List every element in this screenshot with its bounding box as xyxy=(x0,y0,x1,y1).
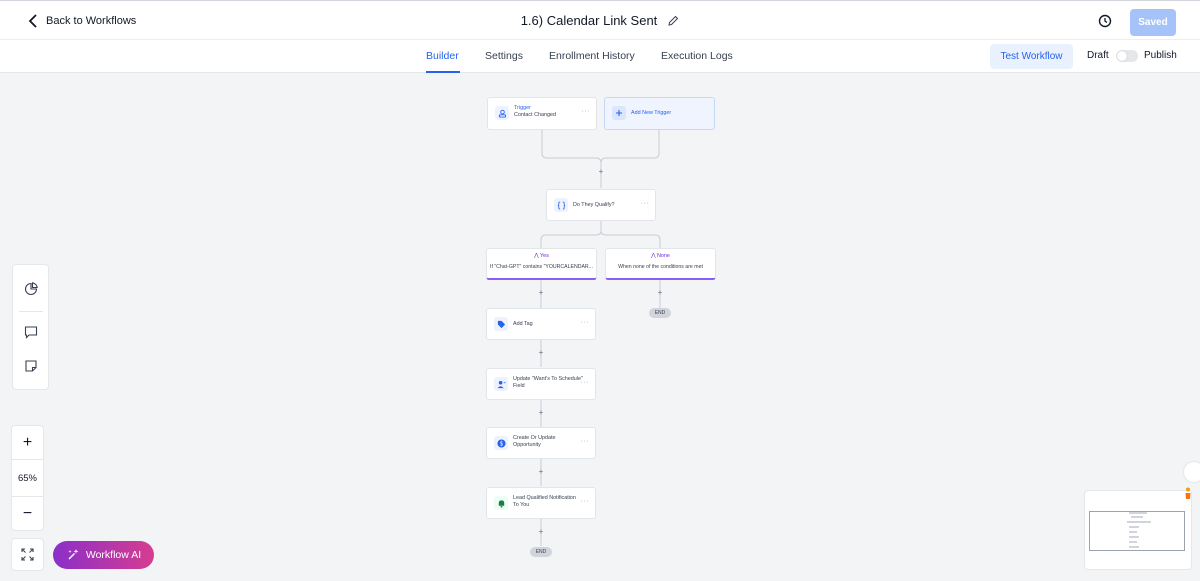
fit-view-icon xyxy=(21,548,34,561)
pencil-icon[interactable] xyxy=(667,15,679,27)
tab-enrollment-history[interactable]: Enrollment History xyxy=(549,50,635,62)
workflow-ai-button[interactable]: Workflow AI xyxy=(53,541,154,569)
branch-none[interactable]: ⋀ None When none of the conditions are m… xyxy=(605,248,716,280)
tab-builder[interactable]: Builder xyxy=(426,50,459,62)
sparkle-icon xyxy=(68,549,79,560)
toolbox-divider xyxy=(19,311,43,312)
add-step-plus[interactable]: + xyxy=(656,289,664,297)
publish-toggle[interactable] xyxy=(1116,50,1138,62)
tab-settings[interactable]: Settings xyxy=(485,50,523,62)
zoom-in-button[interactable]: + xyxy=(12,426,43,460)
user-update-icon xyxy=(494,377,508,391)
branch-yes[interactable]: ⋀ Yes If "Chat-GPT" contains "YOURCALEND… xyxy=(486,248,597,280)
action-label: Add Tag xyxy=(513,321,533,327)
action-label: Update "Want's To Schedule" xyxy=(513,376,583,382)
minimap[interactable] xyxy=(1084,490,1192,570)
contact-icon xyxy=(495,106,509,120)
more-options-icon[interactable]: ··· xyxy=(581,379,590,386)
canvas-toolbox xyxy=(12,264,49,390)
more-options-icon[interactable]: ··· xyxy=(641,200,650,207)
sticky-note-icon[interactable] xyxy=(24,359,38,373)
action-label-2: To You xyxy=(513,502,530,508)
add-step-plus[interactable]: + xyxy=(537,349,545,357)
condition-node[interactable]: Do They Qualify? ··· xyxy=(546,189,656,221)
end-marker: END xyxy=(649,308,671,318)
dollar-icon: $ xyxy=(494,436,508,450)
top-bar: Back to Workflows 1.6) Calendar Link Sen… xyxy=(0,0,1200,40)
history-icon[interactable] xyxy=(1097,13,1113,29)
action-label-2: Field xyxy=(513,383,525,389)
bell-icon xyxy=(494,496,508,510)
svg-text:$: $ xyxy=(499,441,503,447)
add-new-trigger-node[interactable]: Add New Trigger xyxy=(604,97,715,130)
action-node-notification[interactable]: Lead Qualified Notification To You ··· xyxy=(486,487,596,519)
add-step-plus[interactable]: + xyxy=(537,468,545,476)
tab-execution-logs[interactable]: Execution Logs xyxy=(661,50,733,62)
publish-label: Publish xyxy=(1144,50,1177,61)
add-step-plus[interactable]: + xyxy=(597,168,605,176)
side-panel-handle[interactable] xyxy=(1184,462,1200,482)
branch-condition: If "Chat-GPT" contains "YOURCALENDAR... xyxy=(490,264,593,270)
zoom-out-button[interactable]: − xyxy=(12,497,43,531)
branch-name: Yes xyxy=(540,253,549,259)
fit-view-button[interactable] xyxy=(11,538,44,571)
person-icon[interactable] xyxy=(1184,487,1192,503)
more-options-icon[interactable]: ··· xyxy=(581,319,590,326)
tag-icon xyxy=(494,317,508,331)
more-options-icon[interactable]: ··· xyxy=(582,108,591,115)
add-step-plus[interactable]: + xyxy=(537,289,545,297)
action-label-2: Opportunity xyxy=(513,442,541,448)
plus-icon xyxy=(612,106,626,120)
action-node-opportunity[interactable]: $ Create Or Update Opportunity ··· xyxy=(486,427,596,459)
condition-label: Do They Qualify? xyxy=(573,202,615,208)
draft-label: Draft xyxy=(1087,50,1109,61)
workflow-connectors xyxy=(540,129,661,546)
add-step-plus[interactable]: + xyxy=(537,528,545,536)
action-label: Lead Qualified Notification xyxy=(513,495,576,501)
test-workflow-button[interactable]: Test Workflow xyxy=(990,44,1073,69)
zoom-controls: + 65% − xyxy=(11,425,44,531)
pie-chart-icon[interactable] xyxy=(24,282,38,296)
chevron-left-icon xyxy=(28,14,37,28)
trigger-name: Contact Changed xyxy=(514,112,556,118)
workflow-ai-label: Workflow AI xyxy=(85,549,142,561)
action-label: Create Or Update xyxy=(513,435,556,441)
branch-name: None xyxy=(657,253,670,259)
end-marker: END xyxy=(530,547,552,557)
branch-icon: ⋀ xyxy=(534,253,539,259)
workflow-title[interactable]: 1.6) Calendar Link Sent xyxy=(521,13,658,28)
back-to-workflows-link[interactable]: Back to Workflows xyxy=(28,14,136,28)
action-node-add-tag[interactable]: Add Tag ··· xyxy=(486,308,596,340)
minimap-viewport[interactable] xyxy=(1089,511,1185,551)
back-label: Back to Workflows xyxy=(46,15,137,27)
workflow-title-container: 1.6) Calendar Link Sent xyxy=(0,13,1200,28)
zoom-level: 65% xyxy=(12,461,43,497)
add-step-plus[interactable]: + xyxy=(537,409,545,417)
more-options-icon[interactable]: ··· xyxy=(581,498,590,505)
action-node-update-field[interactable]: Update "Want's To Schedule" Field ··· xyxy=(486,368,596,400)
add-trigger-label: Add New Trigger xyxy=(631,110,672,116)
braces-icon xyxy=(554,198,568,212)
toggle-knob xyxy=(1117,51,1127,61)
comment-icon[interactable] xyxy=(24,325,38,339)
trigger-node[interactable]: Trigger Contact Changed ··· xyxy=(487,97,597,130)
more-options-icon[interactable]: ··· xyxy=(581,438,590,445)
branch-condition: When none of the conditions are met xyxy=(618,264,703,270)
trigger-label: Trigger xyxy=(514,105,531,111)
saved-button[interactable]: Saved xyxy=(1130,9,1176,36)
branch-icon: ⋀ xyxy=(651,253,656,259)
